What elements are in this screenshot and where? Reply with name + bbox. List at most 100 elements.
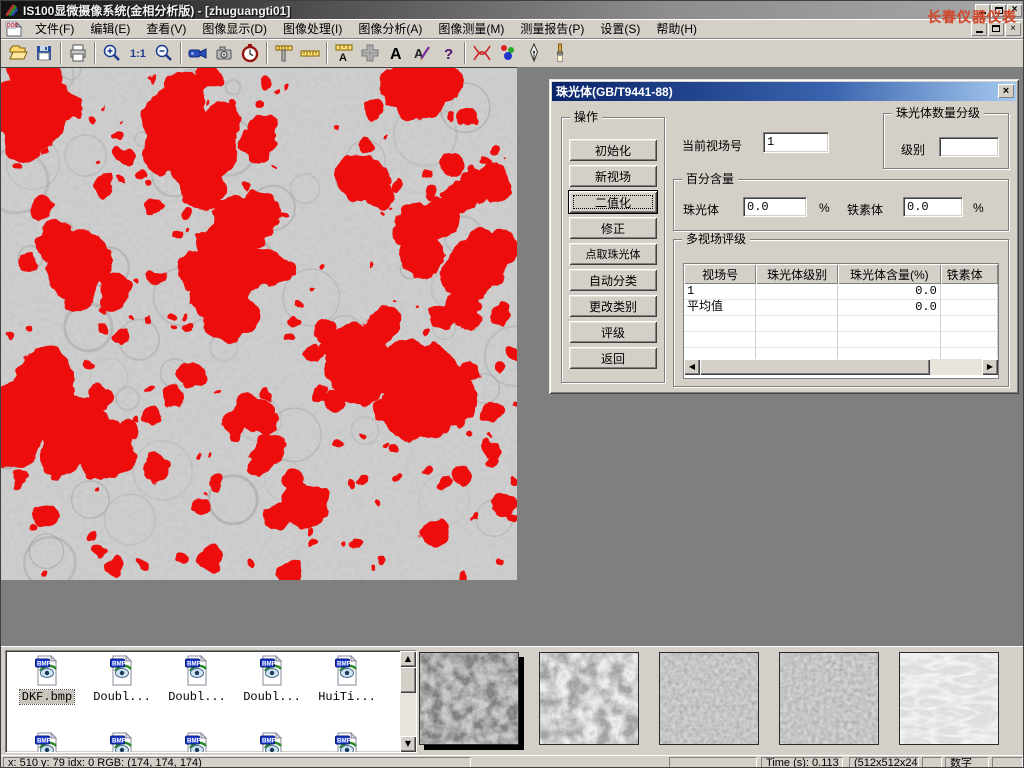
menu-edit[interactable]: 编辑(E) [82,18,138,39]
curve-split-button[interactable] [469,41,495,65]
ferrite-input[interactable]: 0.0 [903,197,963,217]
minimize-button[interactable] [975,4,990,17]
auto-classify-button[interactable]: 自动分类 [569,269,657,291]
child-restore-button[interactable] [988,22,1004,36]
file-name[interactable]: Doubl... [91,690,153,704]
header-field-no[interactable]: 视场号 [684,264,756,284]
ruler-button[interactable] [297,41,323,65]
menu-file[interactable]: 文件(F) [27,18,82,39]
file-name[interactable]: DKF.bmp [20,690,74,704]
binarize-button[interactable]: 二值化 [569,191,657,213]
file-item[interactable]: BMPHuiTi... [312,655,382,704]
video-camera-button[interactable] [185,41,211,65]
maximize-button[interactable] [991,4,1006,17]
thumbnail-1[interactable] [419,652,519,745]
header-ferrite[interactable]: 铁素体 [941,264,998,284]
thumbnail-4[interactable] [779,652,879,745]
pearlite-dialog[interactable]: 珠光体(GB/T9441-88) × 操作 初始化 新视场 二值化 修正 点取珠… [549,79,1019,394]
menu-help[interactable]: 帮助(H) [648,18,705,39]
menu-image-display[interactable]: 图像显示(D) [194,18,275,39]
thumbnail-2[interactable] [539,652,639,745]
return-button[interactable]: 返回 [569,347,657,369]
close-button[interactable]: × [1007,4,1022,17]
correct-button[interactable]: 修正 [569,217,657,239]
table-row[interactable]: 1 0.0 [684,284,998,300]
zoom-in-button[interactable] [99,41,125,65]
phase-colors-button[interactable] [495,41,521,65]
pen-button[interactable] [521,41,547,65]
ruler-icon [300,43,320,63]
file-item[interactable]: BMPDoubl... [87,655,157,704]
document-icon[interactable]: DOC [5,21,23,37]
open-button[interactable] [5,41,31,65]
scroll-left-button[interactable]: ◀ [684,359,700,375]
file-item[interactable]: BMPDoubl... [237,655,307,704]
menu-image-process[interactable]: 图像处理(I) [275,18,350,39]
level-input[interactable] [939,137,999,157]
menu-settings[interactable]: 设置(S) [592,18,648,39]
multi-field-table[interactable]: 视场号 珠光体级别 珠光体含量(%) 铁素体 1 0.0 平均值 0.0 [683,263,999,379]
caliper-button[interactable] [271,41,297,65]
grading-group-label: 珠光体数量分级 [892,106,984,120]
table-hscrollbar[interactable]: ◀ ▶ [684,359,998,375]
file-item[interactable]: BMP [237,732,307,753]
help-button[interactable]: ? [435,41,461,65]
file-list-vscrollbar[interactable]: ▲▼ [400,651,416,752]
file-item[interactable]: BMP [162,732,232,753]
header-pearlite-grade[interactable]: 珠光体级别 [756,264,838,284]
file-name[interactable]: Doubl... [166,690,228,704]
actual-size-button[interactable]: 1:1 [125,41,151,65]
thumbnail-3[interactable] [659,652,759,745]
file-item[interactable]: BMP [87,732,157,753]
new-field-button[interactable]: 新视场 [569,165,657,187]
scroll-down-button[interactable]: ▼ [400,736,416,752]
pearlite-input[interactable]: 0.0 [743,197,807,217]
change-class-button[interactable]: 更改类别 [569,295,657,317]
file-list[interactable]: BMPDKF.bmpBMPDoubl...BMPDoubl...BMPDoubl… [5,650,417,753]
init-button[interactable]: 初始化 [569,139,657,161]
table-row[interactable]: 平均值 0.0 [684,300,998,316]
scroll-up-button[interactable]: ▲ [400,651,416,667]
dialog-title-bar[interactable]: 珠光体(GB/T9441-88) [552,82,1016,101]
brush-button[interactable] [547,41,573,65]
menu-view[interactable]: 查看(V) [138,18,194,39]
menu-measure-report[interactable]: 测量报告(P) [512,18,592,39]
file-name[interactable]: Doubl... [241,690,303,704]
file-item[interactable]: BMP [12,732,82,753]
menu-image-analysis[interactable]: 图像分析(A) [350,18,430,39]
zoom-out-button[interactable] [151,41,177,65]
file-item[interactable]: BMPDKF.bmp [12,655,82,704]
text-button[interactable]: A [383,41,409,65]
file-name[interactable]: HuiTi... [316,690,378,704]
current-field-input[interactable]: 1 [763,132,829,153]
bmp-file-icon: BMP [109,732,135,753]
pick-pearlite-button[interactable]: 点取珠光体 [569,243,657,265]
metallographic-image[interactable] [1,67,517,580]
header-pearlite-content[interactable]: 珠光体含量(%) [838,264,941,284]
help-icon: ? [438,43,458,63]
measure-text-button[interactable]: A [331,41,357,65]
timer-button[interactable] [237,41,263,65]
annotate-button[interactable]: A [409,41,435,65]
menu-image-measure[interactable]: 图像测量(M) [430,18,512,39]
svg-text:BMP: BMP [337,738,351,745]
title-bar[interactable]: IS100显微摄像系统(金相分析版) - [zhuguangti01] × [1,1,1024,19]
save-button[interactable] [31,41,57,65]
scroll-right-button[interactable]: ▶ [982,359,998,375]
scroll-track[interactable] [700,359,982,375]
child-minimize-button[interactable] [971,22,987,36]
grid-stitch-button[interactable] [357,41,383,65]
grade-button[interactable]: 评级 [569,321,657,343]
file-item[interactable]: BMPDoubl... [162,655,232,704]
dialog-close-button[interactable]: × [998,84,1014,98]
capture-camera-button[interactable] [211,41,237,65]
child-close-button[interactable]: × [1005,22,1021,36]
thumbnail-5[interactable] [899,652,999,745]
file-item[interactable]: BMP [312,732,382,753]
svg-text:BMP: BMP [112,738,126,745]
status-time: Time (s): 0.113 [761,757,843,768]
svg-text:A: A [339,52,347,63]
scroll-thumb[interactable] [700,359,930,375]
scroll-thumb[interactable] [400,667,416,693]
print-button[interactable] [65,41,91,65]
